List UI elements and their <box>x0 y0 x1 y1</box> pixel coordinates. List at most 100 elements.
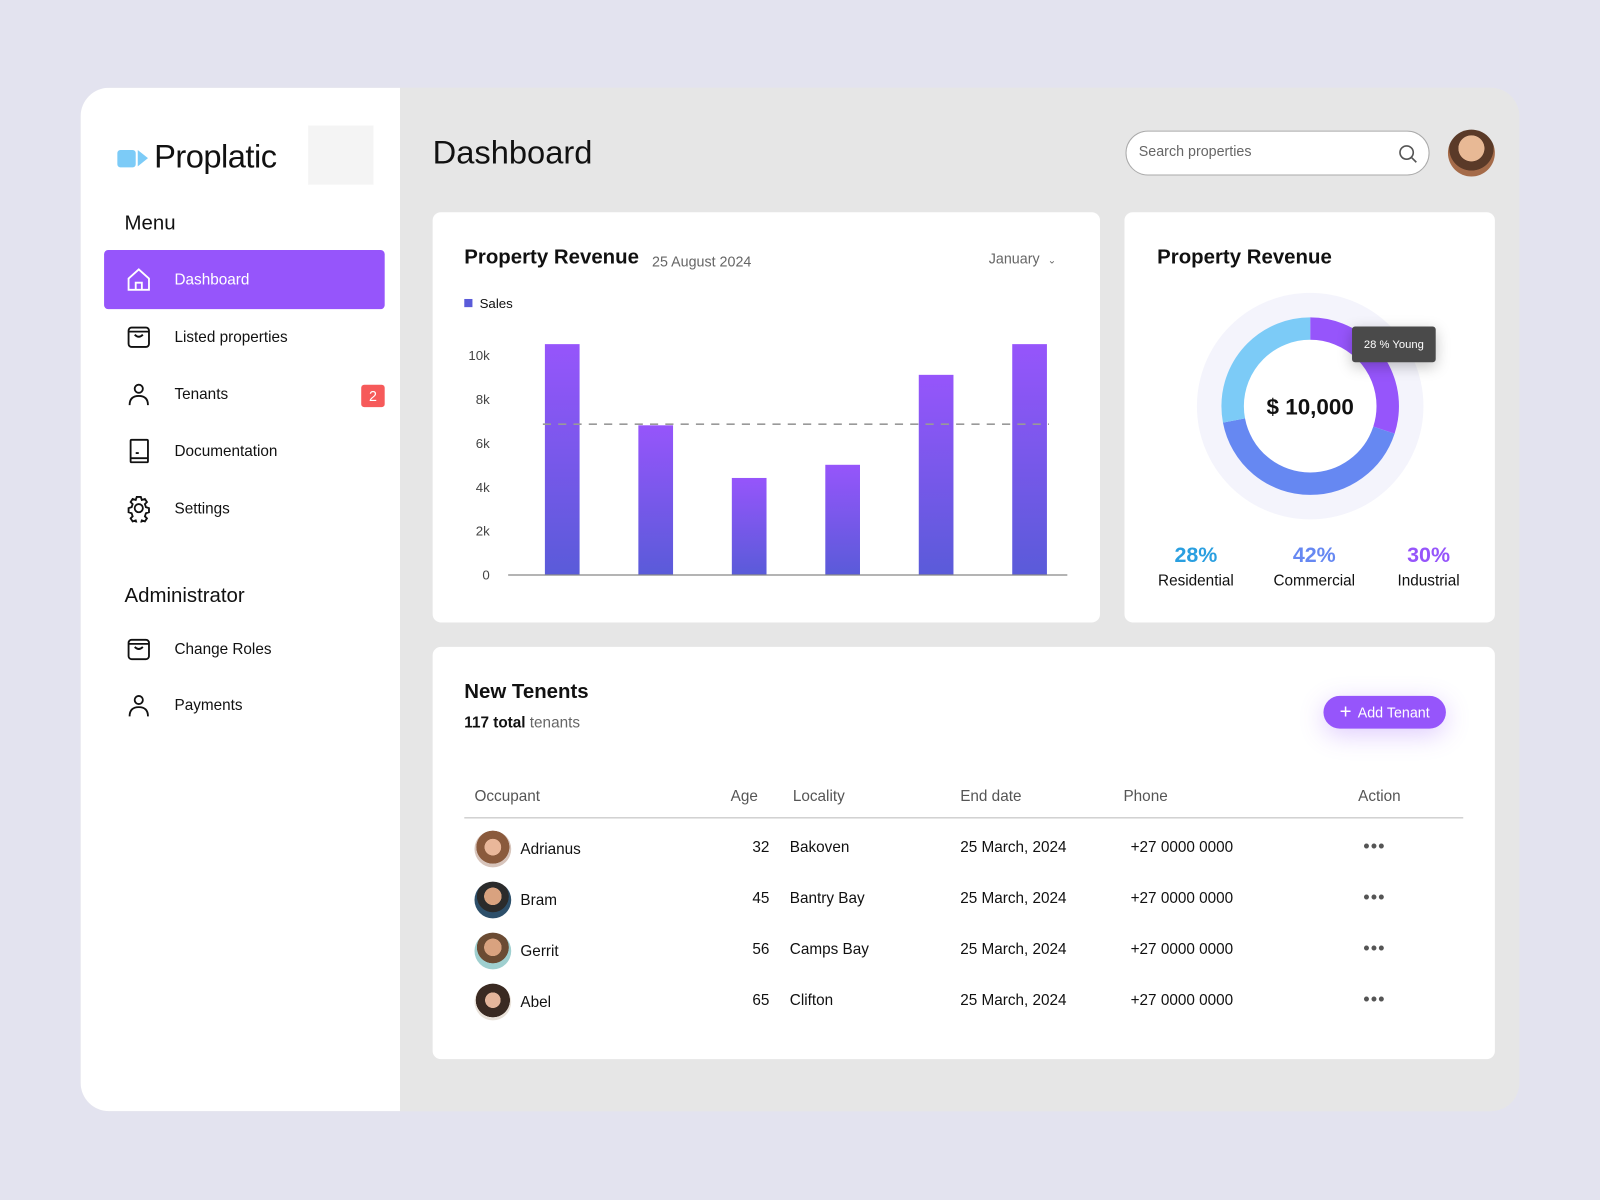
occupant-locality: Camps Bay <box>789 940 869 959</box>
stat-percent: 42% <box>1292 543 1336 568</box>
book-icon <box>129 438 149 464</box>
occupant-name: Gerrit <box>520 942 559 961</box>
occupant-name: Adrianus <box>520 840 581 859</box>
y-tick-label: 8k <box>476 392 490 407</box>
add-tenant-button[interactable]: + Add Tenant <box>1323 695 1446 729</box>
occupant-name: Bram <box>520 891 557 910</box>
y-tick-label: 4k <box>476 480 490 495</box>
occupant-name: Abel <box>520 993 552 1012</box>
user-icon <box>128 694 149 717</box>
sidebar-item-documentation[interactable]: Documentation <box>104 421 385 480</box>
more-actions-icon[interactable]: ••• <box>1363 836 1385 857</box>
search-input[interactable] <box>1138 142 1384 160</box>
occupant-phone: +27 0000 0000 <box>1130 889 1234 908</box>
logo-placeholder <box>308 125 374 185</box>
sidebar-item-label: Documentation <box>174 442 278 460</box>
sidebar-item-label: Settings <box>174 499 230 517</box>
gear-icon <box>127 496 150 523</box>
occupant-age: 45 <box>752 889 770 908</box>
y-tick-label: 10k <box>468 348 490 363</box>
bar[interactable] <box>638 425 674 575</box>
sidebar-item-label: Listed properties <box>174 328 288 346</box>
brand-name: Proplatic <box>154 137 277 175</box>
sidebar-item-tenants[interactable]: Tenants 2 <box>104 364 385 423</box>
occupant-phone: +27 0000 0000 <box>1130 991 1234 1010</box>
menu-heading: Menu <box>124 212 176 235</box>
plus-icon: + <box>1339 701 1352 724</box>
col-end-date: End date <box>960 787 1022 806</box>
stat-label: Residential <box>1158 572 1234 590</box>
logo-icon-arrow <box>137 149 148 167</box>
table-row[interactable]: Bram 45 Bantry Bay 25 March, 2024 +27 00… <box>433 881 1495 923</box>
donut-card: Property Revenue $ 10,000 28 % Young 28%… <box>1124 212 1495 623</box>
occupant-locality: Clifton <box>789 991 834 1010</box>
table-row[interactable]: Abel 65 Clifton 25 March, 2024 +27 0000 … <box>433 983 1495 1025</box>
occupant-end-date: 25 March, 2024 <box>960 991 1067 1010</box>
sidebar-item-listed-properties[interactable]: Listed properties <box>104 307 385 366</box>
tenants-badge: 2 <box>361 384 385 408</box>
logo-icon <box>117 149 136 168</box>
occupant-age: 65 <box>752 991 770 1010</box>
occupant-end-date: 25 March, 2024 <box>960 940 1067 959</box>
sidebar: Proplatic Menu Dashboard Listed properti… <box>80 87 400 1112</box>
home-icon <box>127 268 150 291</box>
col-occupant: Occupant <box>474 787 541 806</box>
y-tick-label: 6k <box>476 436 490 451</box>
donut-total: $ 10,000 <box>1266 393 1354 420</box>
user-avatar[interactable] <box>1447 129 1495 177</box>
sidebar-item-label: Dashboard <box>174 270 250 289</box>
stat-label: Industrial <box>1397 572 1460 590</box>
more-actions-icon[interactable]: ••• <box>1363 887 1385 908</box>
tenants-card: New Tenents 117 total tenants + Add Tenan… <box>432 646 1495 1060</box>
sidebar-item-payments[interactable]: Payments <box>104 676 385 735</box>
col-locality: Locality <box>792 787 845 806</box>
more-actions-icon[interactable]: ••• <box>1363 938 1385 959</box>
occupant-end-date: 25 March, 2024 <box>960 889 1067 908</box>
user-icon <box>128 383 149 406</box>
administrator-heading: Administrator <box>124 584 245 608</box>
add-tenant-label: Add Tenant <box>1357 704 1430 721</box>
col-phone: Phone <box>1123 787 1168 806</box>
table-divider <box>464 817 1464 819</box>
table-row[interactable]: Gerrit 56 Camps Bay 25 March, 2024 +27 0… <box>433 932 1495 974</box>
sidebar-item-dashboard[interactable]: Dashboard <box>104 249 385 310</box>
stat-percent: 28% <box>1174 543 1218 568</box>
bar[interactable] <box>731 477 767 575</box>
bag-icon <box>127 326 150 348</box>
stat-label: Commercial <box>1273 572 1356 590</box>
donut-tooltip: 28 % Young <box>1352 326 1436 363</box>
page-title: Dashboard <box>432 133 593 171</box>
occupant-age: 56 <box>752 940 770 959</box>
occupant-locality: Bakoven <box>789 838 850 857</box>
bar[interactable] <box>918 374 954 575</box>
bar[interactable] <box>1012 344 1047 575</box>
occupant-age: 32 <box>752 838 770 857</box>
search-box[interactable] <box>1125 130 1430 176</box>
bar[interactable] <box>544 344 580 575</box>
occupant-locality: Bantry Bay <box>789 889 865 908</box>
tenants-title: New Tenents <box>464 680 589 704</box>
revenue-chart-card: Property Revenue 25 August 2024 January ⌄… <box>432 212 1100 623</box>
stat-percent: 30% <box>1407 543 1451 568</box>
sidebar-item-settings[interactable]: Settings <box>104 479 385 538</box>
table-row[interactable]: Adrianus 32 Bakoven 25 March, 2024 +27 0… <box>433 830 1495 872</box>
bar-chart: 0 2k 4k 6k 8k 10k <box>468 344 1068 583</box>
occupant-avatar <box>474 983 512 1021</box>
occupant-avatar <box>474 830 512 868</box>
sidebar-item-label: Tenants <box>174 385 229 403</box>
app-window: Proplatic Menu Dashboard Listed properti… <box>80 87 1520 1112</box>
col-age: Age <box>730 787 758 806</box>
sidebar-item-change-roles[interactable]: Change Roles <box>104 619 385 678</box>
col-action: Action <box>1358 787 1401 806</box>
occupant-end-date: 25 March, 2024 <box>960 838 1067 857</box>
y-tick-label: 0 <box>482 568 489 583</box>
y-tick-label: 2k <box>476 524 490 539</box>
tenants-total-suffix: tenants <box>529 714 581 732</box>
more-actions-icon[interactable]: ••• <box>1363 989 1385 1010</box>
bag-icon <box>127 638 150 661</box>
bar[interactable] <box>825 464 860 575</box>
tenants-total: 117 total <box>464 714 526 732</box>
sidebar-item-label: Payments <box>174 696 243 714</box>
sidebar-item-label: Change Roles <box>174 640 272 658</box>
search-icon[interactable] <box>1398 144 1418 164</box>
